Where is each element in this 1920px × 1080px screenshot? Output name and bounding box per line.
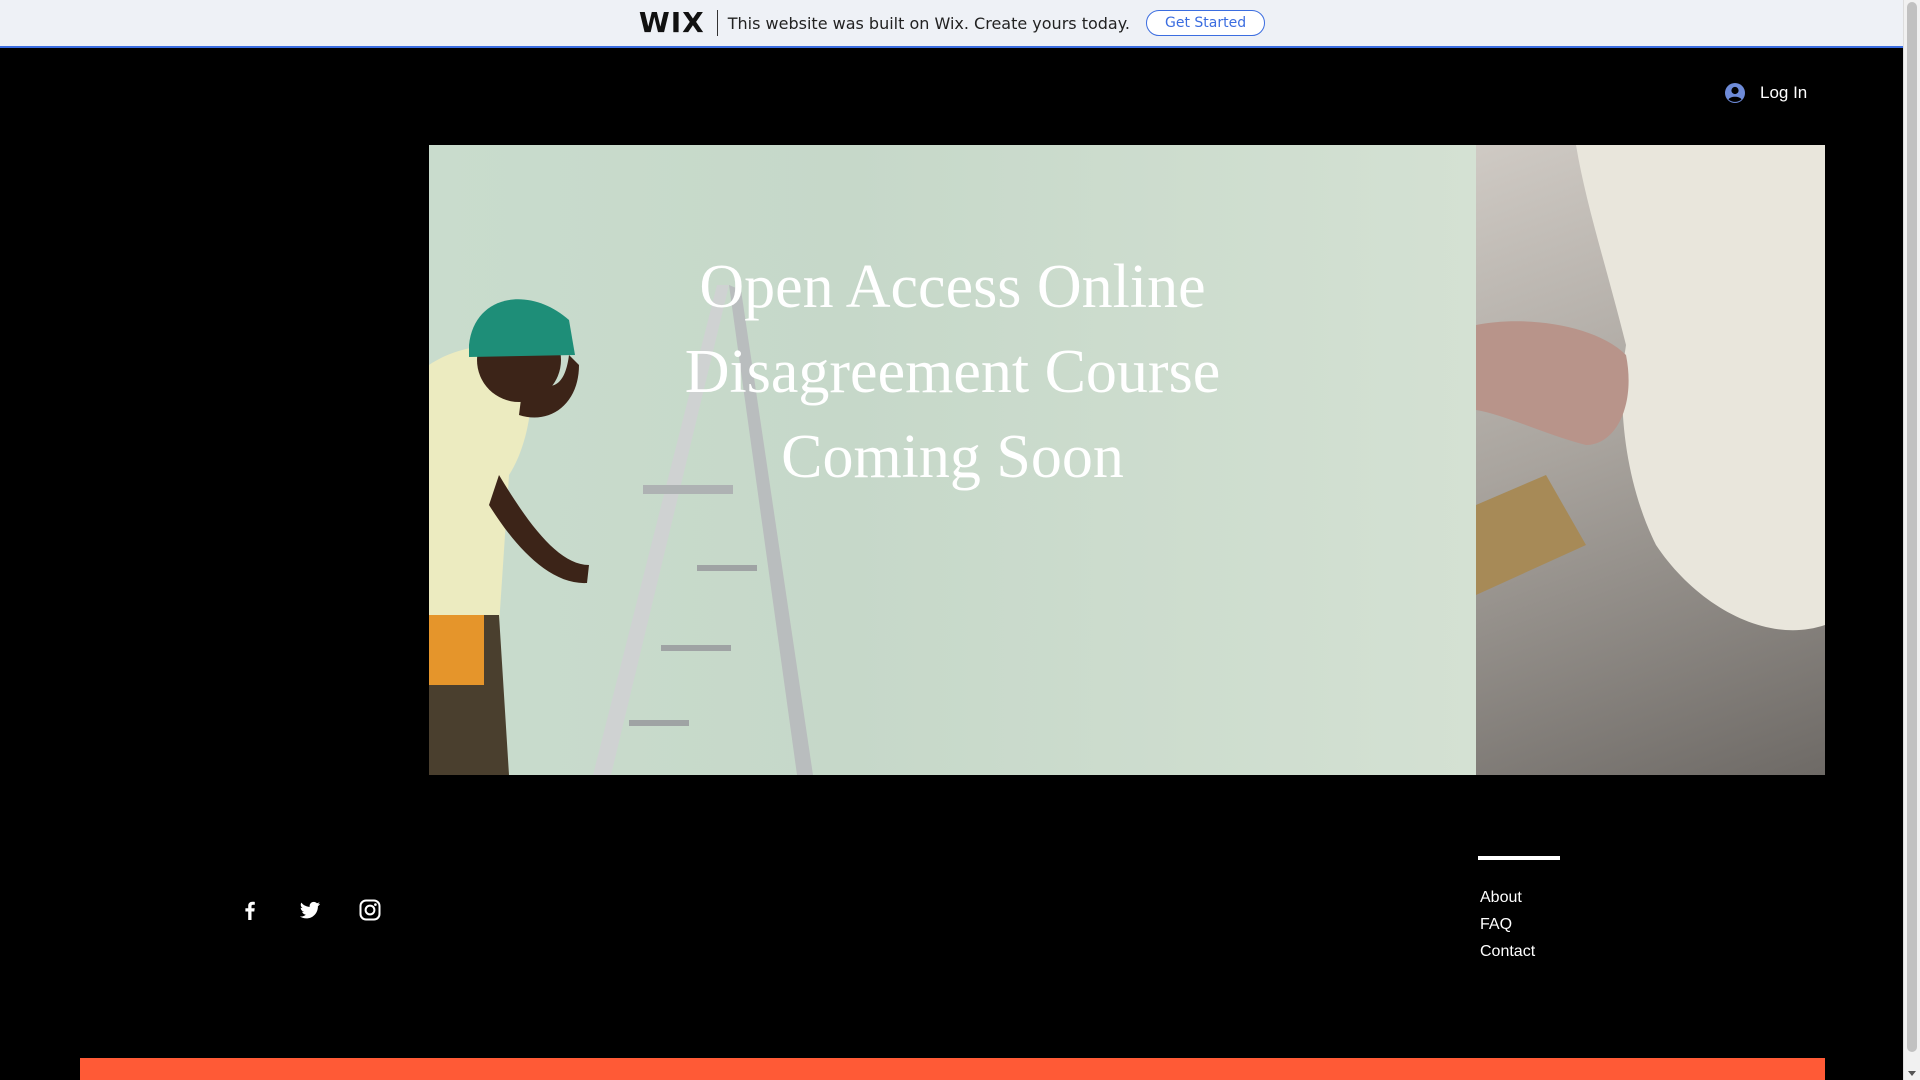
social-links [238, 898, 382, 922]
hero-title-line: Disagreement Course [684, 338, 1221, 406]
footer-link-about[interactable]: About [1480, 884, 1560, 911]
footer-nav-divider [1478, 856, 1560, 860]
login-button[interactable]: Log In [1724, 82, 1807, 104]
footer-link-faq[interactable]: FAQ [1480, 911, 1560, 938]
footer-link-contact[interactable]: Contact [1480, 938, 1560, 965]
hero-title: Open Access Online Disagreement Course C… [429, 245, 1476, 500]
page-scrollbar[interactable] [1903, 0, 1920, 1080]
hero-title-line: Open Access Online [699, 253, 1206, 321]
wix-promo-banner: WIX This website was built on Wix. Creat… [0, 0, 1904, 48]
instagram-icon[interactable] [358, 898, 382, 922]
scrollbar-thumb[interactable] [1907, 2, 1917, 1052]
login-label: Log In [1760, 83, 1808, 102]
footer-nav: About FAQ Contact [1478, 856, 1560, 965]
hero-banner: Open Access Online Disagreement Course C… [429, 145, 1476, 775]
wix-logo[interactable]: WIX [639, 9, 718, 37]
sleeve-arm-image [1476, 145, 1825, 631]
get-started-button[interactable]: Get Started [1146, 10, 1266, 36]
wix-banner-message: This website was built on Wix. Create yo… [727, 13, 1130, 33]
hero-title-line: Coming Soon [781, 423, 1124, 491]
footer-accent-strip [80, 1058, 1825, 1080]
user-avatar-icon [1725, 83, 1745, 103]
scroll-down-arrow-icon[interactable] [1908, 1071, 1916, 1076]
hero-side-image [1476, 145, 1825, 775]
facebook-icon[interactable] [238, 898, 262, 922]
twitter-icon[interactable] [298, 898, 322, 922]
